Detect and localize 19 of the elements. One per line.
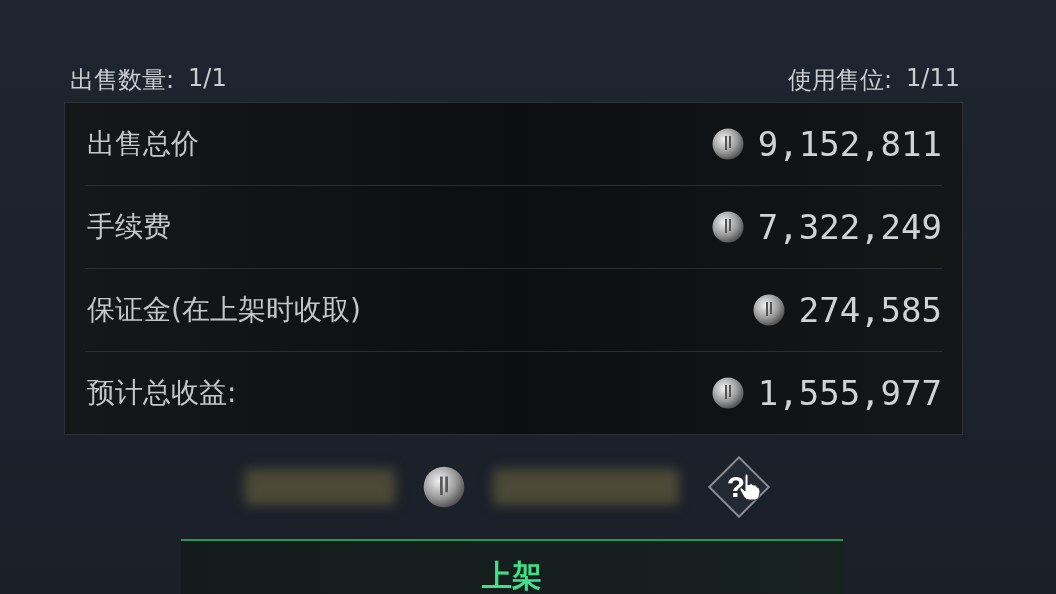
coin-icon [711, 128, 744, 160]
summary-label: 保证金(在上架时收取) [86, 292, 361, 328]
list-item-button[interactable]: 上架 [181, 539, 843, 594]
summary-amount: 7,322,249 [757, 207, 942, 247]
summary-amount: 1,555,977 [757, 373, 942, 413]
header-value: 1/11 [906, 64, 960, 94]
summary-label: 手续费 [86, 209, 171, 245]
header-value: 1/1 [188, 64, 227, 94]
summary-label: 出售总价 [86, 126, 199, 162]
coin-icon [752, 294, 785, 326]
header-label: 使用售位: [788, 65, 893, 96]
help-button[interactable]: ? [707, 455, 771, 519]
coin-icon [711, 211, 744, 243]
summary-label: 预计总收益: [86, 375, 237, 411]
coin-icon [423, 466, 465, 508]
header-label: 出售数量: [70, 65, 175, 96]
summary-amount: 274,585 [798, 290, 942, 330]
coin-icon [711, 377, 744, 409]
summary-amount: 9,152,811 [757, 124, 942, 164]
